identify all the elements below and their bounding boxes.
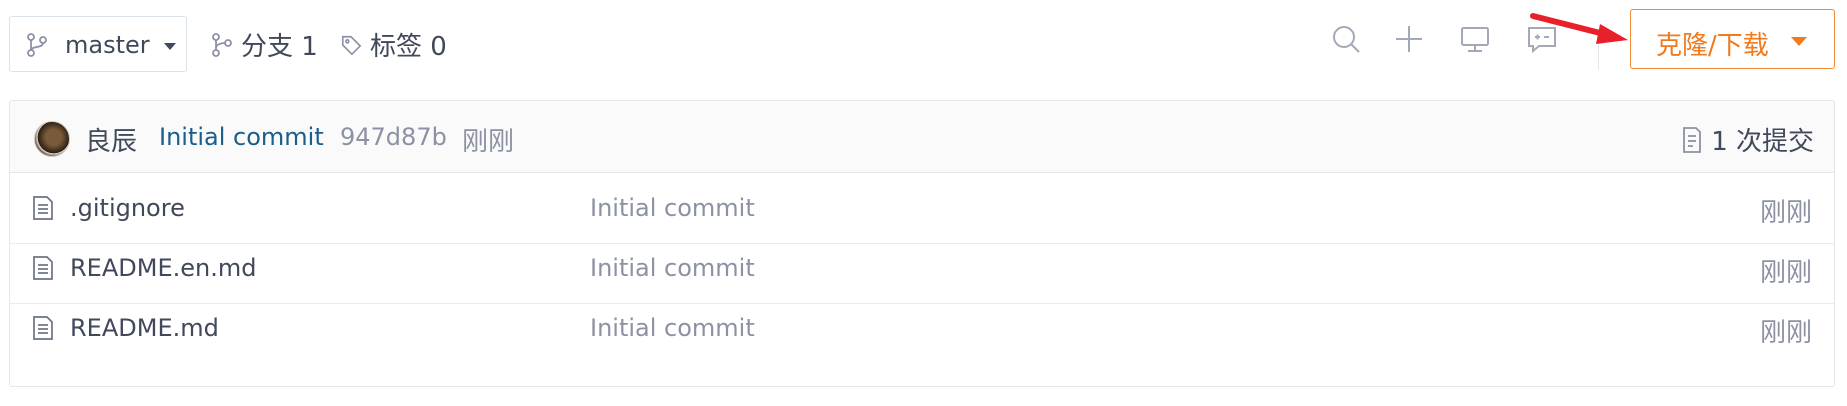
file-commit-message-link[interactable]: Initial commit <box>590 314 755 342</box>
avatar[interactable] <box>34 121 70 157</box>
file-list: 良辰 Initial commit 947d87b 刚刚 1 次提交 .giti… <box>9 100 1835 387</box>
table-row[interactable]: README.md Initial commit 刚刚 <box>10 293 1834 364</box>
chevron-down-icon <box>1791 37 1807 46</box>
search-icon[interactable] <box>1329 22 1363 56</box>
file-commit-message-link[interactable]: Initial commit <box>590 254 755 282</box>
plus-icon[interactable] <box>1392 22 1426 56</box>
file-name-link[interactable]: README.en.md <box>70 254 256 282</box>
branch-icon <box>212 32 232 57</box>
git-branch-icon <box>27 33 47 57</box>
file-text-icon <box>33 196 53 220</box>
commit-sha-link[interactable]: 947d87b <box>340 123 447 151</box>
file-time: 刚刚 <box>1759 198 1812 228</box>
file-name-link[interactable]: README.md <box>70 314 219 342</box>
repo-toolbar: master 分支 1 标签 0 克隆/下载 <box>0 0 1847 90</box>
file-commit-message-link[interactable]: Initial commit <box>590 194 755 222</box>
clone-download-button[interactable]: 克隆/下载 <box>1630 9 1835 69</box>
file-text-icon <box>33 256 53 280</box>
last-commit-bar: 良辰 Initial commit 947d87b 刚刚 1 次提交 <box>10 101 1834 173</box>
clone-download-label: 克隆/下载 <box>1656 31 1769 61</box>
branch-selector[interactable]: master <box>9 16 187 72</box>
commit-time: 刚刚 <box>462 127 515 157</box>
file-name-link[interactable]: .gitignore <box>70 194 185 222</box>
file-time: 刚刚 <box>1759 318 1812 348</box>
commit-message-link[interactable]: Initial commit <box>159 123 324 151</box>
branches-link[interactable]: 分支 1 <box>211 26 318 63</box>
toolbar-divider <box>1598 30 1599 70</box>
monitor-icon[interactable] <box>1458 22 1492 56</box>
tags-link[interactable]: 标签 0 <box>340 26 447 63</box>
branches-count: 分支 1 <box>241 32 318 62</box>
file-text-icon <box>33 316 53 340</box>
commit-author[interactable]: 良辰 <box>85 121 137 158</box>
branch-name: master <box>65 31 150 59</box>
commit-count-label: 1 次提交 <box>1711 127 1814 157</box>
commits-icon <box>1683 126 1702 153</box>
file-time: 刚刚 <box>1759 258 1812 288</box>
tag-icon <box>341 35 362 55</box>
tags-count: 标签 0 <box>370 32 447 62</box>
code-review-icon[interactable] <box>1525 22 1559 56</box>
commit-count-link[interactable]: 1 次提交 <box>1681 121 1814 158</box>
chevron-down-icon <box>164 43 176 50</box>
